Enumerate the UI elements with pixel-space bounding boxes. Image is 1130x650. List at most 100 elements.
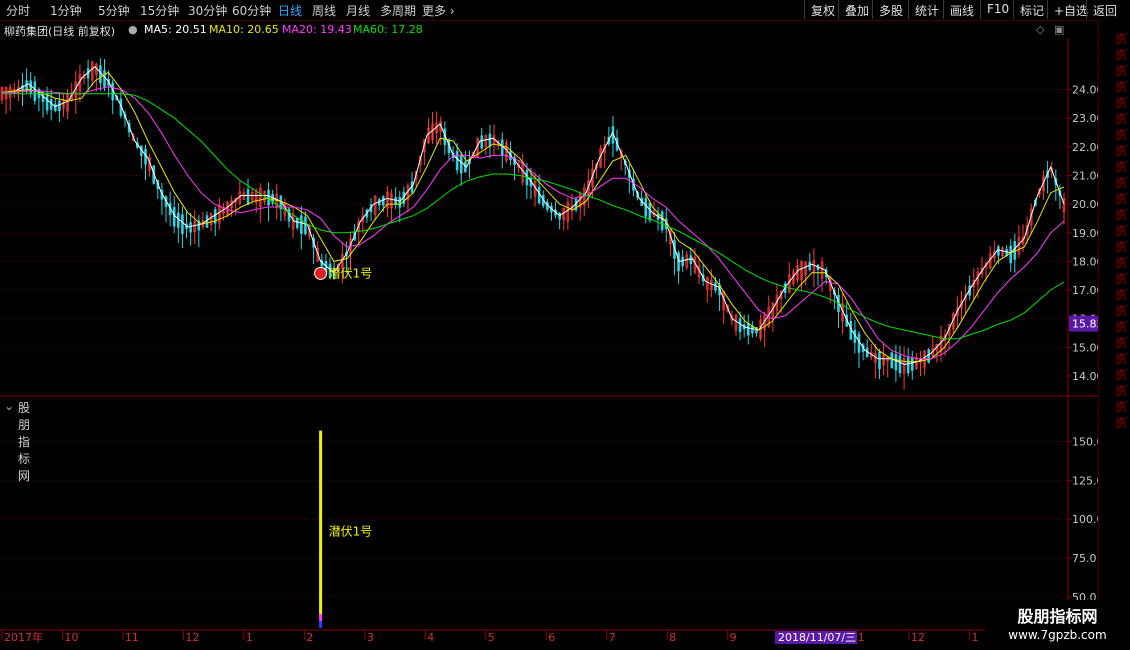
candle-body <box>689 255 693 265</box>
chevron-right-icon: › <box>446 4 455 18</box>
candle-body <box>910 357 914 371</box>
side-panel-char: 资 <box>1115 400 1128 414</box>
candle-body <box>398 196 402 208</box>
ma5-label: MA5: 20.51 <box>144 23 207 36</box>
crosshair-date-label: 2018/11/07/三 <box>778 631 856 644</box>
side-panel-char: 资 <box>1115 192 1128 206</box>
candle-body <box>500 139 504 156</box>
candle-body <box>1009 245 1012 264</box>
sub-y-tick-label: 150.0 <box>1072 436 1098 449</box>
draw-line-button[interactable]: 画线 <box>943 0 980 19</box>
candle-body <box>189 222 192 233</box>
side-panel-char: 资 <box>1115 288 1128 302</box>
side-panel-char: 资 <box>1115 368 1128 382</box>
candle-body <box>644 197 648 217</box>
sub-chart-title: 股朋指标网 <box>18 401 31 483</box>
sub-y-tick-label: 75.0 <box>1072 552 1097 565</box>
date-label: 2017年 <box>4 630 43 644</box>
period-tab-5min[interactable]: 5分钟 <box>98 2 130 19</box>
signal-annotation: 潜伏1号 <box>329 266 373 280</box>
last-price-label: 15.83 <box>1072 318 1098 331</box>
price-chart[interactable]: 24.00 23.00 22.00 21.00 20.00 19.00 18.00 17.00… <box>0 38 1098 650</box>
multi-stock-button[interactable]: 多股 <box>872 0 909 19</box>
y-tick-label: 20.00 <box>1072 198 1098 211</box>
ma60-label: MA60: 17.28 <box>353 23 423 36</box>
side-panel-char: 资 <box>1115 336 1128 350</box>
candle-body <box>300 215 303 234</box>
candle-body <box>890 352 894 369</box>
candle-body <box>746 322 750 336</box>
candle-body <box>480 135 484 149</box>
period-tab-60min[interactable]: 60分钟 <box>232 2 271 19</box>
period-tab-30min[interactable]: 30分钟 <box>188 2 227 19</box>
side-panel-char: 资 <box>1115 128 1128 142</box>
side-panel-char: 资 <box>1115 32 1128 46</box>
y-tick-label: 24.00 <box>1072 84 1098 97</box>
side-panel-char: 资 <box>1115 64 1128 78</box>
candle-body <box>898 355 902 374</box>
sub-y-tick-label: 125.0 <box>1072 474 1098 487</box>
panel-toggle-icon[interactable]: ▣ <box>1054 23 1064 36</box>
overlay-button[interactable]: 叠加 <box>838 0 875 19</box>
y-tick-label: 19.00 <box>1072 227 1098 240</box>
signal-bar <box>319 430 323 614</box>
date-label: 11 <box>125 631 139 644</box>
y-tick-label: 23.00 <box>1072 112 1098 125</box>
candle-body <box>246 189 250 205</box>
period-tab-intraday[interactable]: 分时 <box>6 2 30 19</box>
candle-body <box>906 357 910 374</box>
period-tab-monthly[interactable]: 月线 <box>346 2 370 19</box>
candle-body <box>894 354 898 371</box>
date-label: 9 <box>730 631 737 644</box>
ma60-line <box>2 93 1065 340</box>
side-panel-char: 资 <box>1115 416 1128 430</box>
signal-ball-icon <box>314 266 328 280</box>
side-panel-char: 资 <box>1115 256 1128 270</box>
period-tab-daily[interactable]: 日线 <box>278 2 302 19</box>
diamond-icon[interactable]: ◇ <box>1036 23 1044 36</box>
more-label: 更多 <box>422 4 447 18</box>
period-tab-1min[interactable]: 1分钟 <box>50 2 82 19</box>
watermark-url: www.7gpzb.com <box>1008 628 1107 642</box>
side-panel-char: 资 <box>1115 48 1128 62</box>
collapse-icon[interactable]: ⌄ <box>4 399 14 413</box>
candle-body <box>660 211 664 231</box>
y-tick-label: 18.00 <box>1072 255 1098 268</box>
side-panel-char: 资 <box>1115 112 1128 126</box>
date-label: 4 <box>427 631 434 644</box>
f10-button[interactable]: F10 <box>980 0 1015 19</box>
candle-body <box>54 103 57 112</box>
period-tab-multi[interactable]: 多周期 <box>380 2 416 19</box>
candle-body <box>459 154 463 174</box>
date-label: 6 <box>548 631 555 644</box>
date-label: 12 <box>911 631 925 644</box>
y-tick-label: 22.00 <box>1072 141 1098 154</box>
period-tab-15min[interactable]: 15分钟 <box>140 2 179 19</box>
ma20-label: MA20: 19.43 <box>282 23 352 36</box>
settings-circle-icon[interactable]: ● <box>128 23 138 36</box>
ma5-line <box>1 65 1065 366</box>
period-tab-more[interactable]: 更多 › <box>422 2 455 19</box>
statistics-button[interactable]: 统计 <box>908 0 945 19</box>
side-panel-char: 资 <box>1115 80 1128 94</box>
mark-button[interactable]: 标记 <box>1013 0 1050 19</box>
period-tab-weekly[interactable]: 周线 <box>312 2 336 19</box>
side-panel-char: 资 <box>1115 224 1128 238</box>
back-button[interactable]: 返回 <box>1086 0 1123 19</box>
y-tick-label: 15.00 <box>1072 341 1098 354</box>
candle-body <box>172 207 176 227</box>
candle-body <box>681 256 684 267</box>
candle-body <box>488 133 492 147</box>
y-tick-label: 17.00 <box>1072 284 1098 297</box>
candle-body <box>738 318 742 333</box>
side-panel-char: 资 <box>1115 272 1128 286</box>
candle-body <box>394 196 397 205</box>
watermark: 股朋指标网 www.7gpzb.com <box>985 600 1130 650</box>
candle-body <box>181 214 184 235</box>
stock-title: 柳药集团(日线 前复权) <box>4 25 116 38</box>
restore-rights-button[interactable]: 复权 <box>804 0 841 19</box>
side-panel-char: 资 <box>1115 144 1128 158</box>
candle-body <box>927 349 930 363</box>
date-label: 2 <box>306 631 313 644</box>
right-side-panel[interactable]: 资资资资资资资资资资资资资资资资资资资资资资资资资 <box>1098 20 1130 650</box>
